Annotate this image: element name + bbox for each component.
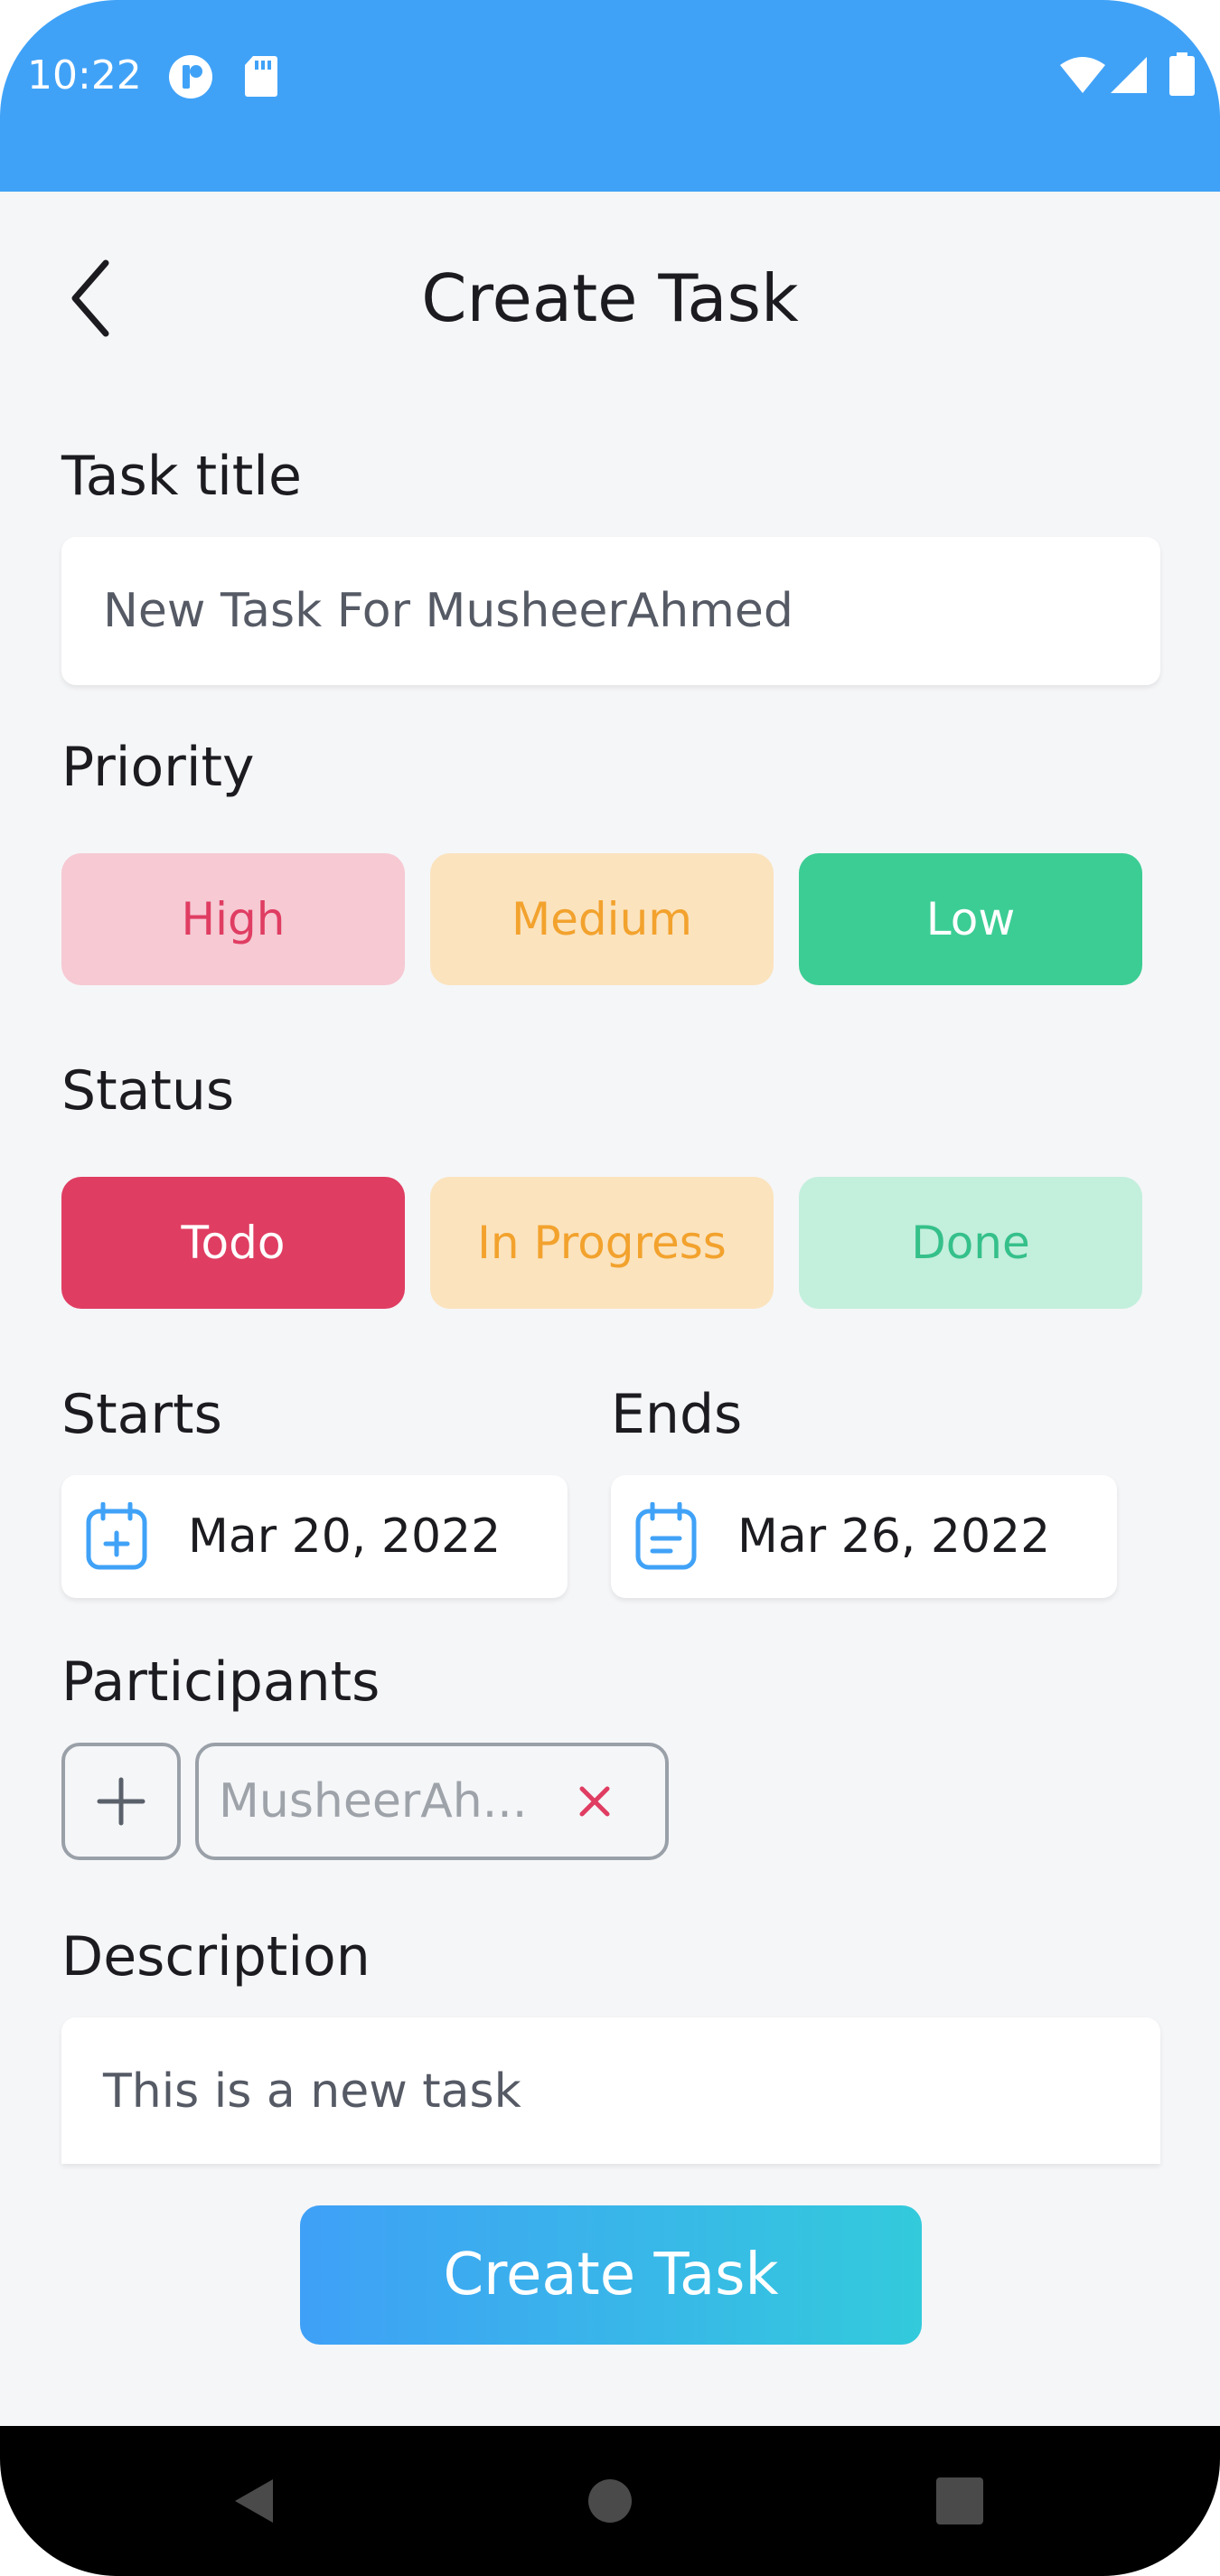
- start-date-value: Mar 20, 2022: [188, 1509, 502, 1564]
- description-label: Description: [61, 1925, 371, 1988]
- home-nav-icon: [588, 2479, 632, 2523]
- sd-card-icon: [244, 54, 278, 98]
- plus-icon: [97, 1777, 145, 1826]
- task-title-input[interactable]: New Task For MusheerAhmed: [61, 537, 1160, 685]
- status-todo-chip[interactable]: Todo: [61, 1177, 405, 1309]
- page-title: Create Task: [421, 260, 799, 336]
- priority-low-label: Low: [925, 893, 1016, 945]
- status-done-chip[interactable]: Done: [799, 1177, 1142, 1309]
- create-task-label: Create Task: [443, 2242, 779, 2308]
- end-date-field[interactable]: Mar 26, 2022: [611, 1475, 1117, 1598]
- priority-low-chip[interactable]: Low: [799, 853, 1142, 985]
- notification-icon: [168, 54, 213, 99]
- end-date-value: Mar 26, 2022: [737, 1509, 1051, 1564]
- priority-medium-label: Medium: [511, 893, 692, 945]
- recents-nav-icon: [936, 2477, 983, 2524]
- status-bar: 10:22: [0, 0, 1220, 192]
- task-title-value: New Task For MusheerAhmed: [103, 584, 793, 638]
- priority-medium-chip[interactable]: Medium: [430, 853, 774, 985]
- home-nav-button[interactable]: [556, 2426, 664, 2576]
- status-in-progress-label: In Progress: [477, 1217, 727, 1269]
- calendar-add-icon: [85, 1502, 148, 1571]
- status-in-progress-chip[interactable]: In Progress: [430, 1177, 774, 1309]
- phone-screen: 10:22 Create Task Task title New Task Fo…: [0, 0, 1220, 2576]
- back-nav-button[interactable]: [201, 2426, 309, 2576]
- battery-icon: [1169, 52, 1195, 96]
- recents-nav-button[interactable]: [906, 2426, 1014, 2576]
- status-time: 10:22: [27, 52, 142, 99]
- task-title-label: Task title: [61, 445, 302, 508]
- priority-label: Priority: [61, 736, 255, 799]
- back-nav-icon: [235, 2479, 273, 2523]
- status-label: Status: [61, 1059, 235, 1123]
- status-todo-label: Todo: [181, 1217, 286, 1269]
- signal-icon: [1110, 56, 1148, 94]
- add-participant-button[interactable]: [61, 1743, 181, 1860]
- participants-label: Participants: [61, 1650, 380, 1714]
- status-done-label: Done: [911, 1217, 1030, 1269]
- wifi-icon: [1059, 56, 1106, 94]
- description-value: This is a new task: [103, 2064, 521, 2119]
- priority-high-label: High: [181, 893, 286, 945]
- calendar-lines-icon: [634, 1502, 698, 1571]
- description-input[interactable]: This is a new task: [61, 2017, 1160, 2164]
- participant-name: MusheerAh...: [219, 1774, 528, 1829]
- create-task-button[interactable]: Create Task: [300, 2205, 922, 2345]
- starts-label: Starts: [61, 1383, 222, 1446]
- navigation-bar: [0, 2426, 1220, 2576]
- close-icon[interactable]: [577, 1783, 613, 1819]
- ends-label: Ends: [611, 1383, 743, 1446]
- start-date-field[interactable]: Mar 20, 2022: [61, 1475, 568, 1598]
- priority-high-chip[interactable]: High: [61, 853, 405, 985]
- participant-chip: MusheerAh...: [195, 1743, 669, 1860]
